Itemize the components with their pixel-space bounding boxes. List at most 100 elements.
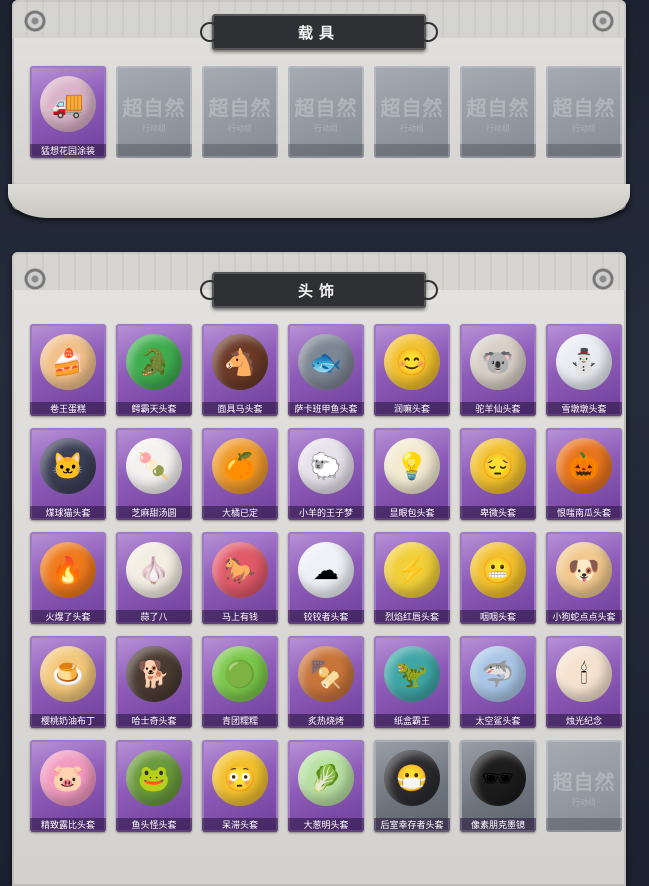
koala-icon: 🐨 (470, 334, 526, 390)
item-card[interactable]: 🕶 像素朋克墨镜 (460, 740, 536, 832)
item-label: 烈焰红唇头套 (384, 612, 439, 622)
smiley-icon: 😊 (384, 334, 440, 390)
leek-icon: 🥬 (298, 750, 354, 806)
item-card[interactable]: 💡 显眼包头套 (374, 428, 450, 520)
barbecue-icon: 🍢 (298, 646, 354, 702)
item-card[interactable]: 🍡 芝麻甜汤圆 (116, 428, 192, 520)
corner-ornament-icon (24, 268, 46, 290)
shark-icon: 🦈 (470, 646, 526, 702)
item-card[interactable]: ⛄ 雪墩墩头套 (546, 324, 622, 416)
item-label: 卷王蛋糕 (49, 404, 86, 414)
item-card[interactable]: 🐨 驼羊仙头套 (460, 324, 536, 416)
pink-pig-icon: 🐷 (40, 750, 96, 806)
dumpling-icon: 🍡 (126, 438, 182, 494)
item-card[interactable]: ☁ 铰铰者头套 (288, 532, 364, 624)
pixel-sunglasses-icon: 🕶 (470, 750, 526, 806)
vehicles-panel: 载具 🚚 猛想花园涂装 超自然 行动组 超自然 行动组 超自然 行动组 超自然 行动组 超自然 行动组… (8, 0, 630, 218)
item-label: 卑微头套 (479, 508, 516, 518)
fish-monster-icon: 🐸 (126, 750, 182, 806)
empty-item-slot[interactable]: 超自然 行动组 (546, 66, 622, 158)
item-card[interactable]: ⚡ 烈焰红唇头套 (374, 532, 450, 624)
label-strip (288, 144, 364, 158)
placeholder-logo-text: 超自然 (294, 98, 358, 120)
item-card[interactable]: 🦈 太空鲨头套 (460, 636, 536, 728)
placeholder-logo: 超自然 行动组 (288, 92, 364, 134)
item-card[interactable]: 🐱 煤球猫头套 (30, 428, 106, 520)
item-card[interactable]: 🐑 小羊的王子梦 (288, 428, 364, 520)
item-card[interactable]: 🐴 面具马头套 (202, 324, 278, 416)
item-card[interactable]: 😔 卑微头套 (460, 428, 536, 520)
empty-item-slot[interactable]: 超自然 行动组 (288, 66, 364, 158)
vehicle-grid: 🚚 猛想花园涂装 超自然 行动组 超自然 行动组 超自然 行动组 超自然 行动组 超自然 行动组 超自然… (30, 66, 622, 158)
placeholder-logo-subtext: 行动组 (400, 124, 424, 133)
item-label: 雪墩墩头套 (561, 404, 607, 414)
label-strip (116, 144, 192, 158)
item-card[interactable]: 🐕 哈士奇头套 (116, 636, 192, 728)
pudding-icon: 🍮 (40, 646, 96, 702)
item-label: 咽咽头套 (479, 612, 516, 622)
item-card[interactable]: 🦖 纸盒霸王 (374, 636, 450, 728)
item-label: 精致露比头套 (40, 820, 95, 830)
empty-item-slot[interactable]: 超自然 行动组 (546, 740, 622, 832)
item-card[interactable]: 😬 咽咽头套 (460, 532, 536, 624)
ice-cream-truck-icon: 🚚 (40, 76, 96, 132)
item-label: 蒜了八 (140, 612, 168, 622)
headwear-grid: 🍰 卷王蛋糕 🐊 鳄霸天头套 🐴 面具马头套 🐟 萨卡班甲鱼头套 😊 润嘛头套 🐨 驼羊仙头套 ⛄ 雪墩墩… (30, 324, 622, 832)
item-card[interactable]: 🚚 猛想花园涂装 (30, 66, 106, 158)
empty-item-slot[interactable]: 超自然 行动组 (374, 66, 450, 158)
item-card[interactable]: 🕯 烛光纪念 (546, 636, 622, 728)
empty-item-slot[interactable]: 超自然 行动组 (116, 66, 192, 158)
placeholder-logo-text: 超自然 (466, 98, 530, 120)
item-label: 恨嗤南瓜头套 (556, 508, 611, 518)
placeholder-logo-subtext: 行动组 (572, 798, 596, 807)
item-card[interactable]: 🧄 蒜了八 (116, 532, 192, 624)
item-label: 青团糯糯 (221, 716, 258, 726)
item-label: 猛想花园涂装 (40, 146, 95, 156)
cake-roll-icon: 🍰 (40, 334, 96, 390)
section-title-vehicles: 载具 (200, 14, 438, 50)
item-card[interactable]: 🍰 卷王蛋糕 (30, 324, 106, 416)
placeholder-logo-subtext: 行动组 (486, 124, 510, 133)
item-card[interactable]: 🥬 大葱明头套 (288, 740, 364, 832)
item-card[interactable]: 😷 后室幸存者头套 (374, 740, 450, 832)
pumpkin-icon: 🎃 (556, 438, 612, 494)
item-card[interactable]: 🍢 炙热烧烤 (288, 636, 364, 728)
item-label: 大橘已定 (221, 508, 258, 518)
item-card[interactable]: 🐟 萨卡班甲鱼头套 (288, 324, 364, 416)
item-label: 鱼头怪头套 (131, 820, 177, 830)
item-card[interactable]: 😳 呆滞头套 (202, 740, 278, 832)
cloud-icon: ☁ (298, 542, 354, 598)
item-label: 樱桃奶油布丁 (40, 716, 95, 726)
horse-icon: 🐴 (212, 334, 268, 390)
item-card[interactable]: 🍊 大橘已定 (202, 428, 278, 520)
horse-cartoon-icon: 🐎 (212, 542, 268, 598)
corner-ornament-icon (592, 10, 614, 32)
dazed-face-icon: 😳 (212, 750, 268, 806)
empty-item-slot[interactable]: 超自然 行动组 (202, 66, 278, 158)
item-label: 像素朋克墨镜 (470, 820, 525, 830)
item-label: 润嘛头套 (393, 404, 430, 414)
item-card[interactable]: 🐶 小狗蛇点点头套 (546, 532, 622, 624)
item-card[interactable]: 🐊 鳄霸天头套 (116, 324, 192, 416)
item-card[interactable]: 🔥 火爆了头套 (30, 532, 106, 624)
item-label: 铰铰者头套 (303, 612, 349, 622)
sad-face-icon: 😔 (470, 438, 526, 494)
item-label: 小狗蛇点点头套 (552, 612, 616, 622)
husky-icon: 🐕 (126, 646, 182, 702)
label-strip (460, 144, 536, 158)
item-card[interactable]: 🟢 青团糯糯 (202, 636, 278, 728)
item-card[interactable]: 🐎 马上有钱 (202, 532, 278, 624)
item-card[interactable]: 😊 润嘛头套 (374, 324, 450, 416)
item-label: 烛光纪念 (565, 716, 602, 726)
snowman-icon: ⛄ (556, 334, 612, 390)
item-card[interactable]: 🐷 精致露比头套 (30, 740, 106, 832)
item-label: 鳄霸天头套 (131, 404, 177, 414)
fish-icon: 🐟 (298, 334, 354, 390)
placeholder-logo-text: 超自然 (552, 98, 616, 120)
placeholder-logo: 超自然 行动组 (460, 92, 536, 134)
item-card[interactable]: 🐸 鱼头怪头套 (116, 740, 192, 832)
item-card[interactable]: 🍮 樱桃奶油布丁 (30, 636, 106, 728)
item-card[interactable]: 🎃 恨嗤南瓜头套 (546, 428, 622, 520)
fire-icon: 🔥 (40, 542, 96, 598)
empty-item-slot[interactable]: 超自然 行动组 (460, 66, 536, 158)
